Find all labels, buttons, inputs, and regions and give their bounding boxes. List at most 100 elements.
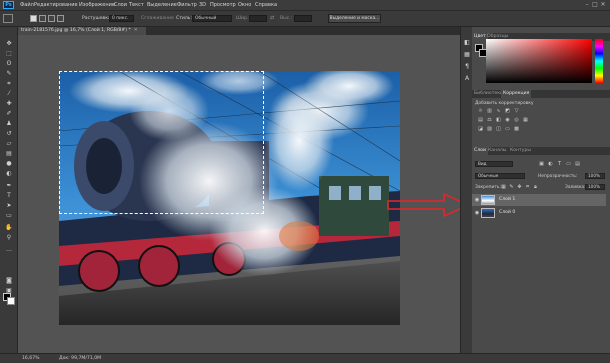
- brush-tool-icon[interactable]: ✐: [5, 110, 13, 117]
- layer-0-thumbnail: [481, 208, 495, 218]
- tab-paths[interactable]: Контуры: [508, 147, 533, 155]
- close-tab-icon[interactable]: ✕: [134, 28, 138, 33]
- menu-select[interactable]: Выделение: [147, 2, 177, 8]
- exposure-icon[interactable]: ◩: [504, 108, 511, 114]
- zoom-tool-icon[interactable]: ⚲: [5, 234, 13, 241]
- add-selection-icon[interactable]: [39, 15, 46, 22]
- tab-channels[interactable]: Каналы: [486, 147, 508, 155]
- crop-tool-icon[interactable]: ⌗: [5, 80, 13, 87]
- paragraph-icon[interactable]: ¶: [463, 63, 471, 70]
- menu-window[interactable]: Окно: [238, 2, 251, 8]
- path-select-tool-icon[interactable]: ➤: [5, 202, 13, 209]
- healing-tool-icon[interactable]: ✚: [5, 100, 13, 107]
- shape-tool-icon[interactable]: ▭: [5, 212, 13, 219]
- menu-3d[interactable]: 3D: [199, 2, 206, 8]
- intersect-selection-icon[interactable]: [57, 15, 64, 22]
- lock-transparent-icon[interactable]: ▦: [500, 184, 507, 190]
- style-select[interactable]: Обычный: [192, 15, 232, 22]
- menu-help[interactable]: Справка: [255, 2, 277, 8]
- menu-bar: Ps Файл Редактирование Изображение Слои …: [0, 0, 610, 10]
- select-and-mask-button[interactable]: Выделение и маска...: [328, 14, 381, 23]
- feather-input[interactable]: 0 пикс.: [109, 15, 134, 22]
- menu-type[interactable]: Текст: [129, 2, 144, 8]
- minimize-icon[interactable]: –: [583, 1, 591, 8]
- invert-icon[interactable]: ◪: [477, 126, 484, 132]
- eraser-tool-icon[interactable]: ▱: [5, 140, 13, 147]
- vibrance-icon[interactable]: ▽: [513, 108, 520, 114]
- curves-icon[interactable]: ∿: [495, 108, 502, 114]
- quick-select-tool-icon[interactable]: ✎: [5, 70, 13, 77]
- opacity-input[interactable]: 100%: [585, 173, 605, 179]
- zoom-level[interactable]: 16,67%: [22, 356, 40, 361]
- lock-image-icon[interactable]: ✎: [508, 184, 515, 190]
- lasso-tool-icon[interactable]: ʘ: [5, 60, 13, 67]
- lock-label: Закрепить:: [475, 185, 501, 190]
- color-lookup-icon[interactable]: ▦: [522, 117, 529, 123]
- layer-row-layer-0[interactable]: ◉ Слой 0: [472, 207, 606, 219]
- swap-icon[interactable]: ⇄: [270, 16, 276, 21]
- filter-adjust-icon[interactable]: ◐: [547, 161, 554, 167]
- dodge-tool-icon[interactable]: ◐: [5, 170, 13, 177]
- color-picker[interactable]: [486, 39, 604, 83]
- tool-preset-icon[interactable]: [3, 14, 13, 23]
- layer-1-name[interactable]: Слой 1: [499, 197, 515, 202]
- lock-artboard-icon[interactable]: ⌗: [524, 184, 531, 190]
- layer-0-name[interactable]: Слой 0: [499, 210, 515, 215]
- filter-pixel-icon[interactable]: ▣: [538, 161, 545, 167]
- hue-sat-icon[interactable]: ▤: [477, 117, 484, 123]
- more-tools-icon[interactable]: …: [5, 246, 13, 253]
- filter-shape-icon[interactable]: ▭: [565, 161, 572, 167]
- menu-image[interactable]: Изображение: [79, 2, 115, 8]
- move-tool-icon[interactable]: ✥: [5, 40, 13, 47]
- selective-color-icon[interactable]: ▩: [513, 126, 520, 132]
- close-icon[interactable]: ✕: [599, 1, 607, 8]
- subtract-selection-icon[interactable]: [48, 15, 55, 22]
- menu-view[interactable]: Просмотр: [210, 2, 236, 8]
- gradient-tool-icon[interactable]: ▤: [5, 150, 13, 157]
- antialias-checkbox[interactable]: Сглаживание: [141, 16, 174, 21]
- menu-edit[interactable]: Редактирование: [34, 2, 78, 8]
- filter-smart-icon[interactable]: ▤: [574, 161, 581, 167]
- lock-position-icon[interactable]: ✥: [516, 184, 523, 190]
- maximize-icon[interactable]: □: [591, 1, 599, 8]
- height-input[interactable]: [294, 15, 312, 22]
- threshold-icon[interactable]: ◫: [495, 126, 502, 132]
- posterize-icon[interactable]: ▨: [486, 126, 493, 132]
- document-tab[interactable]: train-2181576.jpg @ 16,7% (Слой 1, RGB/8…: [18, 27, 146, 35]
- layer-filter-kind[interactable]: Вид: [475, 161, 513, 167]
- character-icon[interactable]: A: [463, 75, 471, 82]
- photo-filter-icon[interactable]: ◉: [504, 117, 511, 123]
- eyedropper-tool-icon[interactable]: ⁄: [5, 90, 13, 97]
- levels-icon[interactable]: ▥: [486, 108, 493, 114]
- filter-type-icon[interactable]: T: [556, 161, 563, 167]
- quick-mask-icon[interactable]: ◙: [5, 277, 13, 284]
- new-selection-icon[interactable]: [30, 15, 37, 22]
- visibility-eye-icon[interactable]: ◉: [474, 210, 480, 216]
- gradient-map-icon[interactable]: ▭: [504, 126, 511, 132]
- blur-tool-icon[interactable]: ●: [5, 160, 13, 167]
- width-input[interactable]: [249, 15, 267, 22]
- black-white-icon[interactable]: ◧: [495, 117, 502, 123]
- type-tool-icon[interactable]: T: [5, 192, 13, 199]
- layer-row-layer-1[interactable]: ◉ Слой 1: [472, 194, 606, 206]
- brightness-icon[interactable]: ☼: [477, 108, 484, 114]
- menu-filter[interactable]: Фильтр: [177, 2, 197, 8]
- menu-file[interactable]: Файл: [20, 2, 34, 8]
- history-icon[interactable]: ◧: [463, 39, 471, 46]
- blend-mode-select[interactable]: Обычные: [475, 173, 525, 179]
- menu-layers[interactable]: Слои: [114, 2, 127, 8]
- channel-mixer-icon[interactable]: ◎: [513, 117, 520, 123]
- lock-all-icon[interactable]: 🔒︎: [532, 184, 539, 190]
- pen-tool-icon[interactable]: ✒: [5, 182, 13, 189]
- fill-input[interactable]: 100%: [585, 184, 605, 190]
- visibility-eye-icon[interactable]: ◉: [474, 197, 480, 203]
- color-balance-icon[interactable]: ⚖: [486, 117, 493, 123]
- stamp-tool-icon[interactable]: ♟: [5, 120, 13, 127]
- selection-marquee[interactable]: [59, 71, 264, 214]
- marquee-tool-icon[interactable]: ⬚: [5, 50, 13, 57]
- background-color-swatch[interactable]: [7, 297, 15, 305]
- tab-adjustments[interactable]: Коррекция: [501, 90, 532, 98]
- properties-icon[interactable]: ▦: [463, 51, 471, 58]
- history-brush-tool-icon[interactable]: ↺: [5, 130, 13, 137]
- hand-tool-icon[interactable]: ✋: [5, 224, 13, 231]
